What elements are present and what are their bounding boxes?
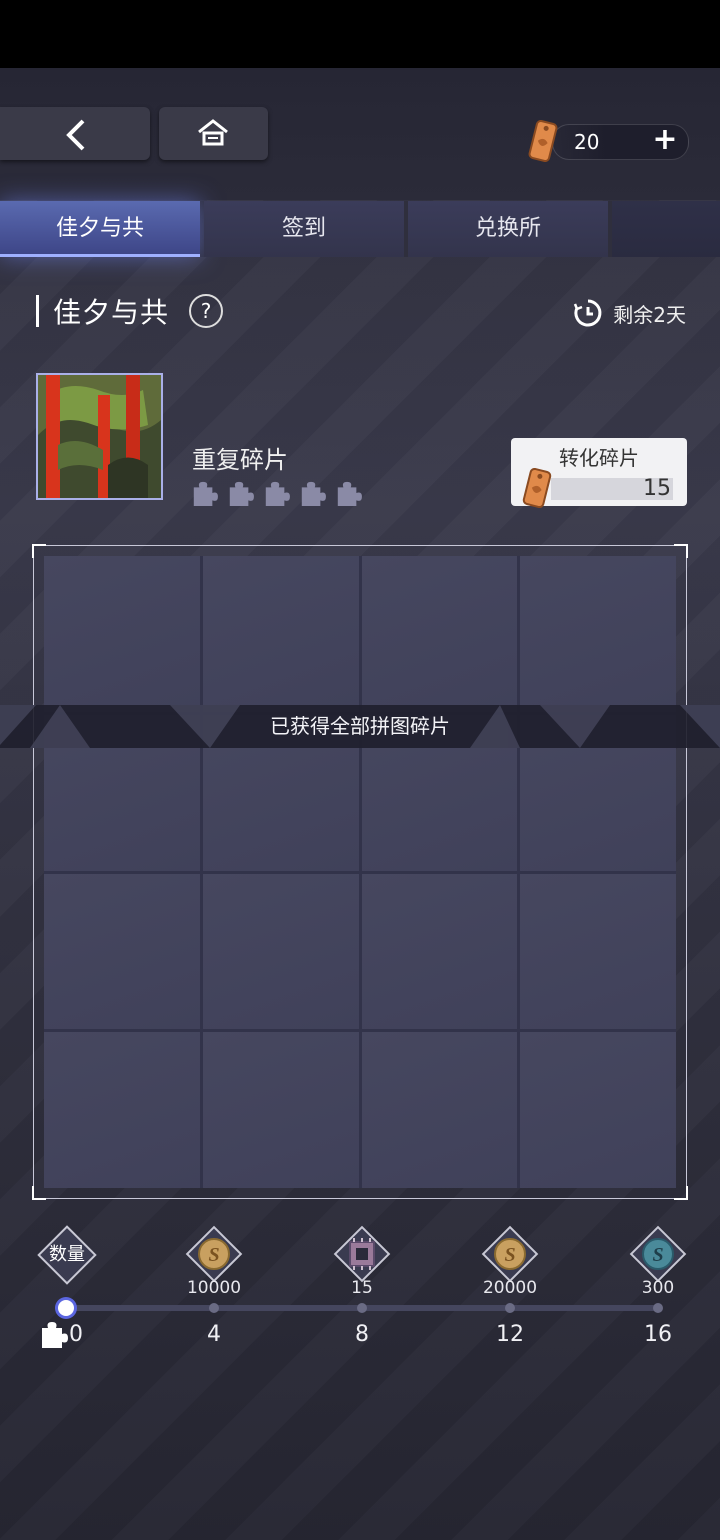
duplicate-pieces — [190, 480, 362, 506]
puzzle-cell[interactable] — [520, 873, 676, 1030]
remaining-time: 剩余2天 — [573, 298, 686, 328]
reward-count: 300 — [641, 1278, 675, 1298]
completion-banner-text: 已获得全部拼图碎片 — [270, 714, 450, 738]
tab-together[interactable]: 佳夕与共 — [0, 201, 200, 257]
blue-coin-icon: S — [642, 1238, 674, 1270]
puzzle-piece-icon — [337, 481, 362, 506]
section-header: 佳夕与共 ? — [36, 290, 224, 332]
convert-label: 转化碎片 — [559, 446, 639, 470]
puzzle-piece-icon — [265, 481, 290, 506]
reward-item[interactable]: S — [629, 1225, 687, 1283]
chip-icon — [349, 1238, 375, 1270]
puzzle-cell[interactable] — [520, 1032, 676, 1188]
puzzle-grid — [44, 556, 676, 1188]
remaining-text: 剩余2天 — [613, 302, 686, 327]
status-bar — [0, 0, 720, 68]
progress-tick-label: 8 — [355, 1322, 369, 1347]
puzzle-cell[interactable] — [361, 1032, 518, 1188]
title-bar — [36, 295, 39, 327]
reward-item[interactable]: S — [185, 1225, 243, 1283]
portrait-image — [38, 375, 161, 498]
svg-text:S: S — [504, 1244, 515, 1266]
puzzle-cell[interactable] — [202, 873, 359, 1030]
puzzle-cell[interactable] — [44, 873, 200, 1030]
puzzle-cell[interactable] — [44, 1032, 200, 1188]
puzzle-cell[interactable] — [361, 873, 518, 1030]
tab-checkin[interactable]: 签到 — [204, 201, 404, 257]
clock-icon — [574, 299, 602, 327]
svg-text:S: S — [208, 1244, 219, 1266]
progress-node — [357, 1303, 367, 1313]
reward-item[interactable] — [333, 1225, 391, 1283]
gold-coin-icon: S — [494, 1238, 526, 1270]
reward-item[interactable]: S — [481, 1225, 539, 1283]
gold-coin-icon: S — [198, 1238, 230, 1270]
convert-button[interactable]: 转化碎片 15 — [511, 438, 687, 508]
progress-tick-label: 16 — [644, 1322, 672, 1347]
puzzle-piece-icon — [301, 481, 326, 506]
progress-node — [653, 1303, 663, 1313]
ticket-icon — [528, 120, 558, 162]
back-arrow-icon — [66, 119, 85, 151]
frame-corner — [674, 544, 688, 558]
puzzle-piece-icon — [193, 481, 218, 506]
add-currency-button[interactable]: + — [650, 125, 680, 156]
help-button[interactable]: ? — [189, 294, 224, 328]
puzzle-cell[interactable] — [44, 556, 200, 712]
frame-corner — [674, 1186, 688, 1200]
puzzle-cell[interactable] — [520, 556, 676, 712]
convert-count: 15 — [551, 478, 673, 500]
progress-tick-label: 4 — [207, 1322, 221, 1347]
reward-count: 20000 — [482, 1278, 538, 1298]
puzzle-cell[interactable] — [202, 556, 359, 712]
reward-count: 15 — [351, 1278, 373, 1298]
reward-count: 10000 — [186, 1278, 242, 1298]
frame-corner — [32, 1186, 46, 1200]
home-button[interactable] — [159, 107, 268, 160]
puzzle-piece-icon — [229, 481, 254, 506]
progress-tick-label: 12 — [496, 1322, 524, 1347]
ticket-icon — [522, 468, 552, 508]
progress-node — [58, 1300, 74, 1316]
back-button[interactable] — [0, 107, 150, 160]
tab-placeholder — [612, 201, 720, 257]
duplicate-label: 重复碎片 — [192, 446, 288, 474]
tab-exchange[interactable]: 兑换所 — [408, 201, 608, 257]
tab-bar: 佳夕与共 签到 兑换所 — [0, 201, 720, 257]
section-title: 佳夕与共 — [53, 296, 170, 329]
currency-value: 20 — [574, 130, 600, 154]
progress-node — [505, 1303, 515, 1313]
puzzle-cell[interactable] — [202, 1032, 359, 1188]
progress-node — [209, 1303, 219, 1313]
currency-display: 20 + — [522, 118, 689, 164]
puzzle-cell[interactable] — [361, 556, 518, 712]
puzzle-portrait[interactable] — [36, 373, 163, 500]
svg-text:S: S — [652, 1244, 663, 1266]
home-icon — [198, 119, 228, 146]
quantity-label-badge: 数量 — [37, 1225, 97, 1285]
puzzle-piece-icon — [42, 1322, 68, 1348]
quantity-label: 数量 — [49, 1244, 85, 1265]
